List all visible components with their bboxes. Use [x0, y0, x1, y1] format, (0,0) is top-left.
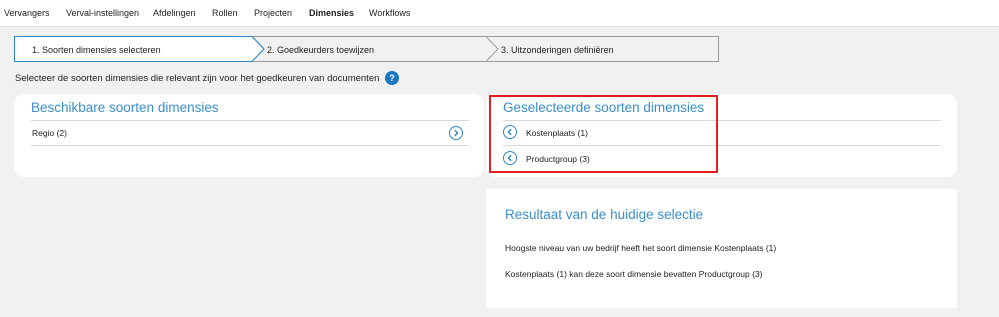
step-2-label[interactable]: 2. Goedkeurders toewijzen — [267, 45, 374, 55]
wizard-stepper: 1. Soorten dimensies selecteren 2. Goedk… — [14, 36, 719, 62]
nav-item-workflows[interactable]: Workflows — [369, 8, 410, 18]
available-dimensions-title: Beschikbare soorten dimensies — [31, 100, 219, 115]
nav-item-afdelingen[interactable]: Afdelingen — [153, 8, 196, 18]
chevron-right-circle-icon[interactable] — [449, 126, 463, 140]
step-1-label[interactable]: 1. Soorten dimensies selecteren — [32, 45, 161, 55]
nav-item-verval-instellingen[interactable]: Verval-instellingen — [66, 8, 139, 18]
available-dimensions-card: Beschikbare soorten dimensies Regio (2) — [14, 94, 484, 177]
nav-item-vervangers[interactable]: Vervangers — [4, 8, 50, 18]
instruction-text: Selecteer de soorten dimensies die relev… — [15, 73, 380, 84]
available-item-regio: Regio (2) — [32, 128, 67, 138]
question-mark-icon[interactable]: ? — [385, 71, 399, 85]
nav-item-projecten[interactable]: Projecten — [254, 8, 292, 18]
nav-item-dimensies[interactable]: Dimensies — [309, 8, 354, 18]
result-title: Resultaat van de huidige selectie — [505, 207, 704, 222]
step-3-label[interactable]: 3. Uitzonderingen definiëren — [501, 45, 614, 55]
result-panel: Resultaat van de huidige selectie Hoogst… — [486, 189, 957, 308]
divider — [31, 145, 469, 146]
result-line-1: Hoogste niveau van uw bedrijf heeft het … — [505, 243, 777, 253]
result-line-2: Kostenplaats (1) kan deze soort dimensie… — [505, 269, 763, 279]
nav-item-rollen[interactable]: Rollen — [212, 8, 238, 18]
divider — [31, 120, 469, 121]
top-navigation: Vervangers Verval-instellingen Afdelinge… — [0, 0, 999, 27]
highlight-box — [489, 95, 718, 173]
